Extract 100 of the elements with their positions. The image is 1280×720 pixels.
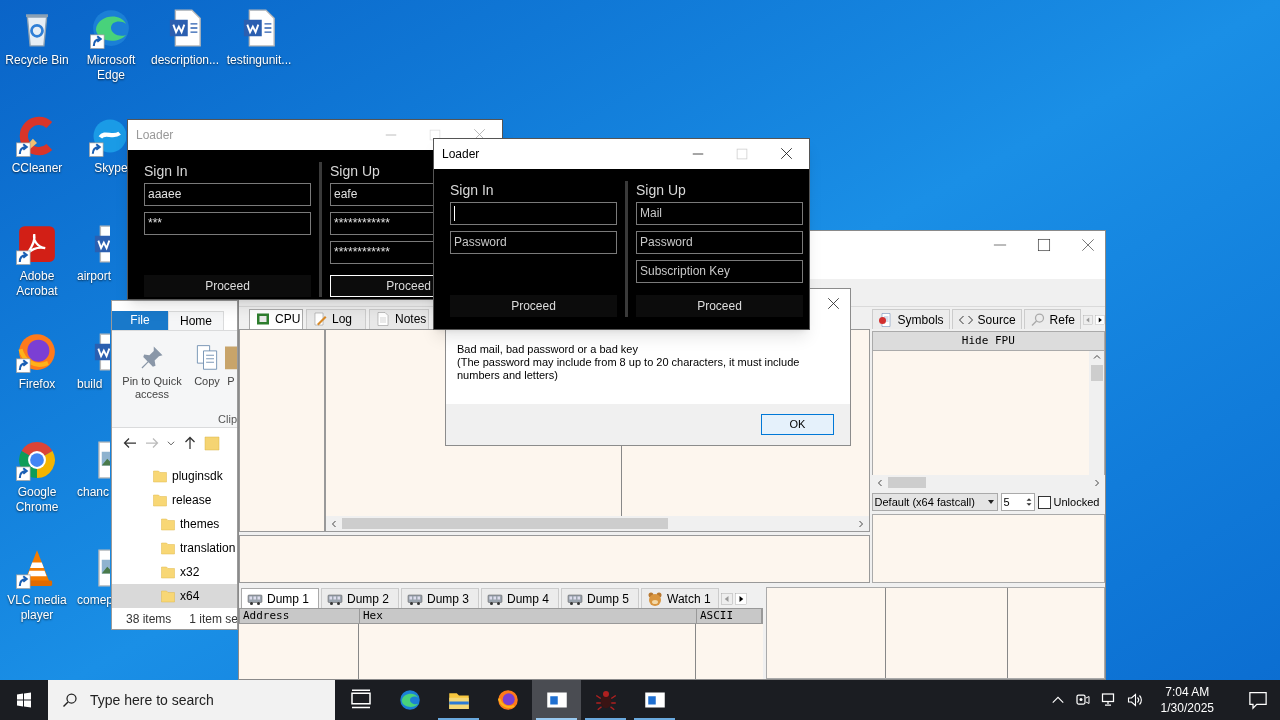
- desktop-icon-label: CCleaner: [10, 161, 64, 176]
- close-icon[interactable]: [780, 147, 793, 161]
- tab[interactable]: Notes: [369, 308, 429, 329]
- tab[interactable]: Dump 3: [401, 588, 479, 608]
- column-header[interactable]: Hex: [360, 609, 697, 623]
- input-field[interactable]: ************: [330, 240, 434, 264]
- input-field[interactable]: ************: [330, 211, 434, 235]
- desktop-icon-label: testingunit...: [225, 53, 293, 68]
- scrollbar-thumb[interactable]: [887, 477, 926, 488]
- input-field[interactable]: Subscription Key: [636, 259, 803, 283]
- folder-icon: [160, 587, 176, 606]
- animal-head-icon: [647, 590, 663, 607]
- tab-scroll-right-icon[interactable]: [735, 590, 747, 608]
- swirl-icon: [397, 688, 422, 712]
- message-text: Bad mail, bad password or a bad key: [457, 343, 639, 356]
- folder-icon: [160, 515, 176, 534]
- proceed-button[interactable]: Proceed: [330, 275, 434, 297]
- up-arrow-icon[interactable]: [182, 434, 198, 451]
- desktop-icon-label: chanc: [76, 485, 110, 500]
- status-text: 38 items: [126, 610, 172, 628]
- close-icon[interactable]: [827, 296, 840, 310]
- section-heading: Sign In: [450, 180, 495, 200]
- clock[interactable]: 7:04 AM 1/30/2025: [1152, 684, 1222, 716]
- ribbon-command[interactable]: Copy: [194, 374, 220, 388]
- flame-globe-icon: [495, 688, 520, 712]
- notification-icon[interactable]: [1248, 690, 1268, 710]
- input-field[interactable]: aaaee: [144, 182, 311, 206]
- desktop-icon-label: Google Chrome: [14, 485, 60, 515]
- ok-button[interactable]: OK: [761, 414, 834, 435]
- tab[interactable]: CPU: [249, 308, 303, 329]
- input-field[interactable]: [450, 201, 617, 225]
- search-icon: [1029, 311, 1046, 328]
- document-icon: [877, 311, 894, 328]
- proceed-button[interactable]: Proceed: [144, 275, 311, 297]
- chip-icon: [255, 311, 271, 328]
- proceed-button[interactable]: Proceed: [636, 295, 803, 317]
- tab[interactable]: Source: [951, 309, 1022, 329]
- ribbon-command[interactable]: P: [227, 374, 235, 388]
- section-heading: Sign Up: [636, 180, 687, 200]
- device-icon[interactable]: [1074, 692, 1091, 708]
- desktop-icon-label: airport: [76, 269, 111, 284]
- tab[interactable]: Watch 1: [641, 588, 719, 608]
- scrollbar-thumb[interactable]: [342, 518, 668, 530]
- tab[interactable]: Symbols: [871, 309, 950, 329]
- input-field[interactable]: Mail: [636, 201, 803, 225]
- folder-icon: [152, 491, 168, 510]
- ribbon-command[interactable]: Pin to Quick access: [115, 374, 189, 401]
- folder-icon: [152, 467, 168, 486]
- checkbox[interactable]: [1037, 495, 1051, 509]
- message-text: (The password may include from 8 up to 20 characters, it must include numbers and letters): [457, 356, 801, 382]
- windows-logo-icon[interactable]: [16, 692, 32, 708]
- tree-item[interactable]: themes: [112, 512, 237, 537]
- section-heading: Sign In: [144, 161, 189, 181]
- tab[interactable]: Dump 2: [321, 588, 399, 608]
- input-field[interactable]: Password: [636, 230, 803, 254]
- network-icon[interactable]: [1100, 692, 1117, 708]
- taskbar-button[interactable]: [532, 680, 581, 720]
- tree-item[interactable]: release: [112, 488, 237, 513]
- window-title: Loader: [442, 145, 480, 163]
- scrollbar-thumb[interactable]: [1090, 365, 1103, 381]
- section-heading: Sign Up: [330, 161, 381, 181]
- input-field[interactable]: Password: [450, 230, 617, 254]
- calling-convention-dropdown[interactable]: Default (x64 fastcall): [871, 493, 998, 511]
- desktop-icon-label: Adobe Acrobat: [15, 269, 59, 299]
- desktop-icon-label: description...: [149, 53, 220, 68]
- desktop-icon-label: Skype: [93, 161, 129, 176]
- window-title: Loader: [136, 126, 174, 144]
- desktop-icon-label: build: [76, 377, 103, 392]
- tree-item[interactable]: x64: [112, 584, 237, 609]
- tab[interactable]: Dump 1: [241, 588, 319, 608]
- tree-item[interactable]: pluginsdk: [112, 464, 237, 489]
- tab[interactable]: Refe: [1023, 309, 1081, 329]
- desktop-icon-label: VLC media player: [6, 593, 68, 623]
- desktop-icon-label: Microsoft Edge: [85, 53, 137, 83]
- dropdown-caret-icon: [986, 498, 995, 506]
- column-header[interactable]: Address: [240, 609, 360, 623]
- pencil-icon: [312, 311, 328, 328]
- hide-fpu-button[interactable]: Hide FPU: [871, 331, 1105, 351]
- folder-icon: [160, 539, 176, 558]
- status-text: 1 item se: [189, 610, 237, 628]
- tab[interactable]: Dump 5: [561, 588, 639, 608]
- proceed-button[interactable]: Proceed: [450, 295, 617, 317]
- maximize-icon[interactable]: [1037, 238, 1051, 252]
- column-header[interactable]: ASCII: [697, 609, 762, 623]
- input-field[interactable]: ***: [144, 211, 311, 235]
- checkbox-label: Unlocked: [1053, 494, 1100, 510]
- tab[interactable]: Dump 4: [481, 588, 559, 608]
- tree-item[interactable]: translation: [112, 536, 237, 561]
- bug-icon: [593, 688, 618, 712]
- desktop-icon-label: Firefox: [17, 377, 57, 392]
- ribbon-group-label: Clip: [218, 411, 237, 427]
- input-field[interactable]: eafe: [330, 182, 434, 206]
- volume-icon[interactable]: [1126, 692, 1143, 708]
- tab[interactable]: Log: [306, 308, 366, 329]
- desktop-icon-label: Recycle Bin: [4, 53, 70, 68]
- folder-icon: [160, 563, 176, 582]
- page-icon: [375, 311, 391, 328]
- argument-count-spinbox[interactable]: 5: [1000, 493, 1035, 511]
- search-field[interactable]: Type here to search: [48, 680, 335, 720]
- tree-item[interactable]: x32: [112, 560, 237, 585]
